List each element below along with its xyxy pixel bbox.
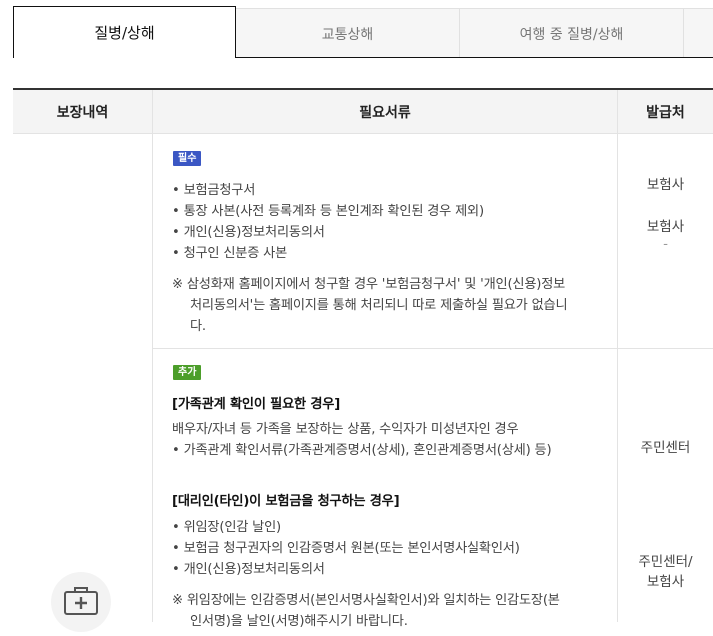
proxy-item: • 보험금 청구권자의 인감증명서 원본(또는 본인서명사실확인서) [172, 541, 520, 556]
tab-label: 교통상해 [321, 26, 374, 43]
required-item: • 개인(신용)정보처리동의서 [172, 225, 325, 240]
tab-label: 질병/상해 [94, 24, 155, 42]
column-divider [617, 90, 618, 622]
issuer-line: 주민센터/ [638, 554, 693, 570]
tab-label: 여행 중 질병/상해 [519, 26, 624, 43]
medical-kit-icon [51, 572, 111, 632]
issuer-line: 보험사 [646, 574, 685, 590]
family-title: [가족관계 확인이 필요한 경우] [172, 397, 341, 412]
issuer-insurer: 보험사 [646, 219, 685, 235]
tab-underline [236, 57, 713, 58]
header-coverage: 보장내역 [56, 105, 109, 121]
family-desc: 배우자/자녀 등 가족을 보장하는 상품, 수익자가 미성년자인 경우 [172, 422, 519, 437]
issuer-insurer: 보험사 [646, 177, 685, 193]
additional-badge: 추가 [173, 365, 202, 380]
required-note: 다. [190, 319, 206, 334]
tab-travel-disease-injury[interactable]: 여행 중 질병/상해 [460, 8, 684, 58]
proxy-item: • 개인(신용)정보처리동의서 [172, 562, 325, 577]
tab-bar: 질병/상해 교통상해 여행 중 질병/상해 [0, 0, 713, 58]
proxy-title: [대리인(타인)이 보험금을 청구하는 경우] [172, 494, 400, 509]
table-header: 보장내역 필요서류 발급처 [13, 88, 713, 134]
header-issuer: 발급처 [646, 105, 685, 121]
issuer-community-center: 주민센터 [640, 440, 691, 456]
required-note: ※ 삼성화재 홈페이지에서 청구할 경우 '보험금청구서' 및 '개인(신용)정… [172, 277, 566, 292]
proxy-note: ※ 위임장에는 인감증명서(본인서명사실확인서)와 일치하는 인감도장(본 [172, 593, 560, 608]
family-item: • 가족관계 확인서류(가족관계증명서(상세), 혼인관계증명서(상세) 등) [172, 443, 552, 458]
proxy-item: • 위임장(인감 날인) [172, 520, 281, 535]
tab-disease-injury[interactable]: 질병/상해 [13, 6, 236, 58]
required-note: 처리동의서'는 홈페이지를 통해 처리되니 따로 제출하실 필요가 없습니 [190, 298, 568, 313]
header-documents: 필요서류 [359, 105, 411, 121]
required-item: • 보험금청구서 [172, 183, 256, 198]
tab-traffic-injury[interactable]: 교통상해 [236, 8, 460, 58]
column-divider [152, 90, 153, 622]
issuer-community-center-insurer: 주민센터/ 보험사 [618, 550, 713, 590]
required-badge: 필수 [173, 151, 202, 166]
proxy-note: 인서명)을 날인(서명)해주시기 바랍니다. [190, 614, 408, 629]
required-item: • 청구인 신분증 사본 [172, 246, 288, 261]
row-divider [152, 348, 713, 349]
issuer-none: - [663, 236, 668, 252]
required-item: • 통장 사본(사전 등록계좌 등 본인계좌 확인된 경우 제외) [172, 204, 484, 219]
tab-overflow[interactable] [684, 8, 713, 58]
